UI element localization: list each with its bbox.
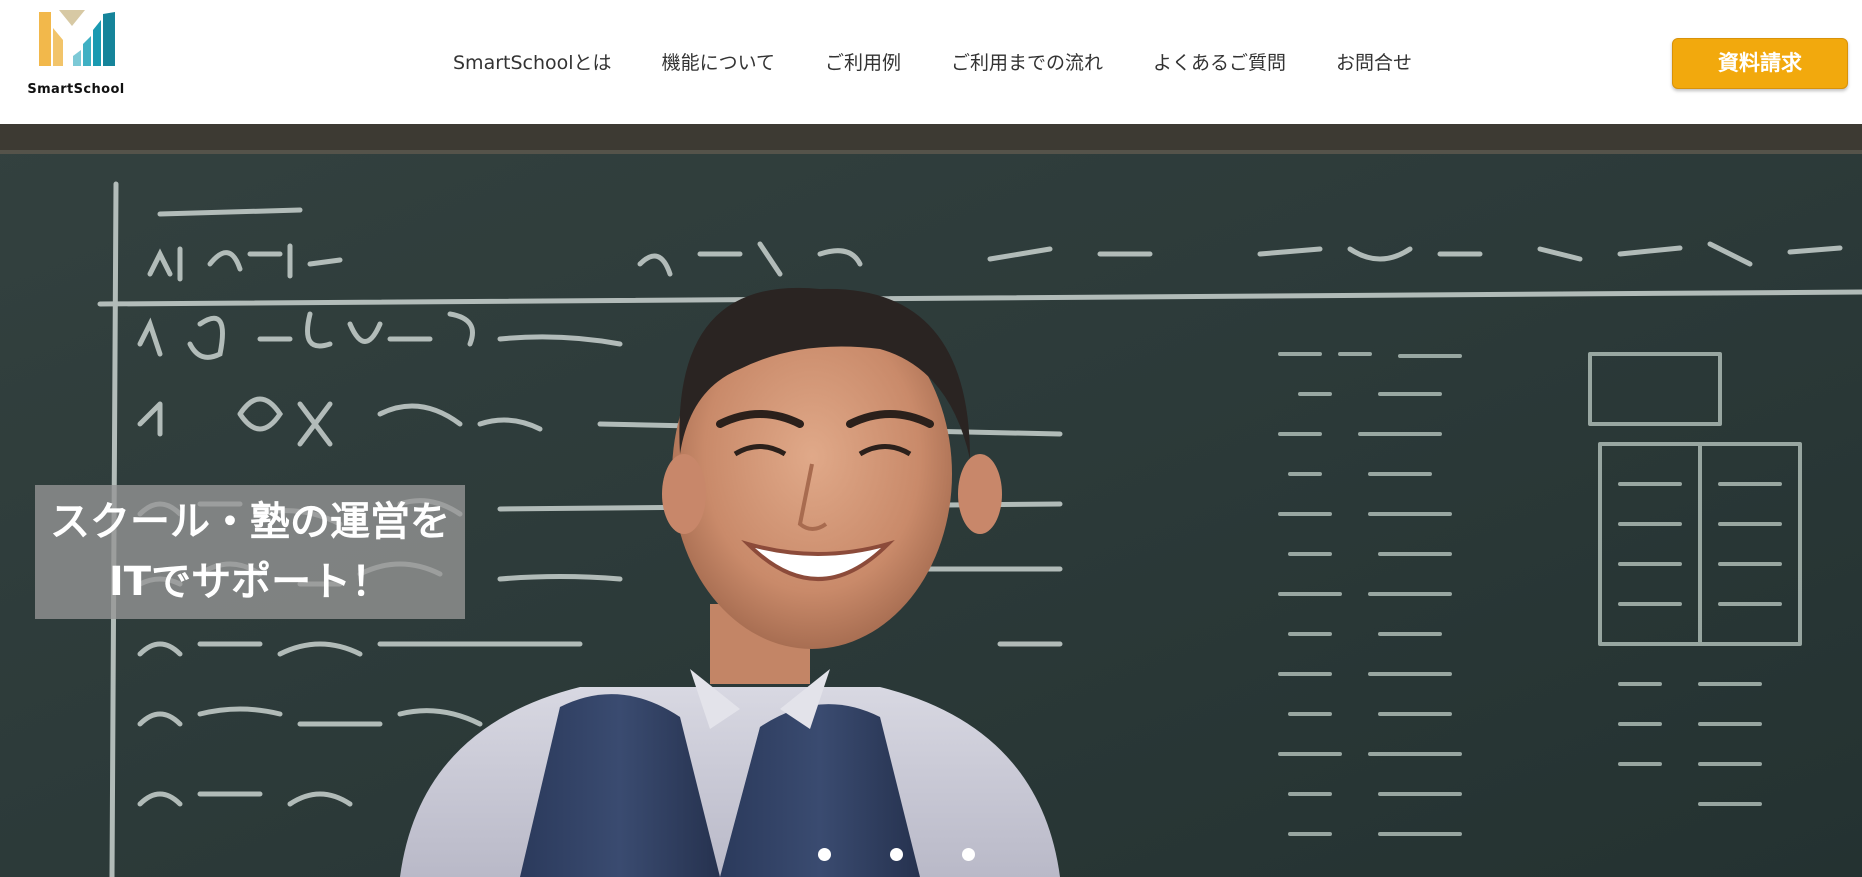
hero-caption-line1: スクール・塾の運営を: [50, 499, 450, 545]
logo-mark-icon: [39, 10, 115, 66]
hero-caption-line2: ITでサポート！: [108, 559, 392, 605]
nav-item-about[interactable]: SmartSchoolとは: [453, 48, 612, 75]
nav-item-contact[interactable]: お問合せ: [1336, 48, 1412, 75]
nav-item-faq[interactable]: よくあるご質問: [1153, 48, 1286, 75]
nav-item-flow[interactable]: ご利用までの流れ: [951, 48, 1103, 75]
nav-item-use-cases[interactable]: ご利用例: [825, 48, 901, 75]
hero-caption: スクール・塾の運営を ITでサポート！: [35, 485, 465, 619]
slider-dots: [818, 848, 978, 864]
slider-dot-1[interactable]: [818, 848, 831, 861]
logo-text: SmartSchool: [27, 82, 125, 97]
main-nav: SmartSchoolとは 機能について ご利用例 ご利用までの流れ よくあるご…: [453, 48, 1462, 75]
site-header: SmartSchool SmartSchoolとは 機能について ご利用例 ご利…: [0, 0, 1862, 124]
slider-dot-3[interactable]: [962, 848, 975, 861]
nav-item-features[interactable]: 機能について: [662, 48, 775, 75]
request-materials-button[interactable]: 資料請求: [1672, 38, 1848, 89]
slider-dot-2[interactable]: [890, 848, 903, 861]
hero-slider: スクール・塾の運営を ITでサポート！: [0, 124, 1862, 877]
logo[interactable]: SmartSchool: [24, 6, 128, 102]
